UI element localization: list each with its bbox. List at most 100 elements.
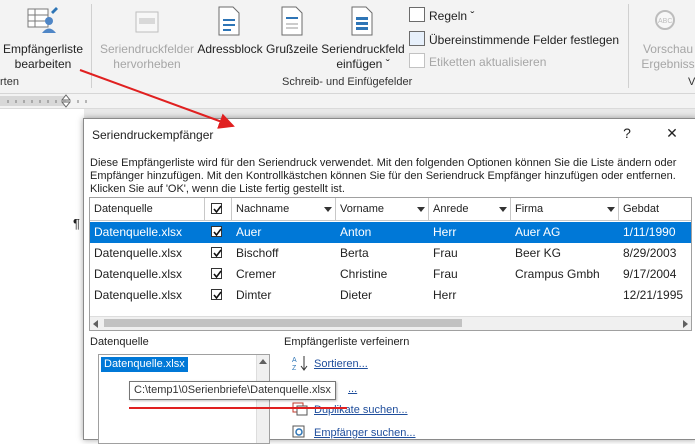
include-checkbox[interactable] xyxy=(211,289,222,300)
find-recipient-icon xyxy=(292,425,308,439)
match-fields-button[interactable]: Übereinstimmende Felder festlegen xyxy=(409,31,619,47)
table-row[interactable]: Datenquelle.xlsx Bischoff Berta Frau Bee… xyxy=(90,243,691,264)
column-header-checkbox[interactable] xyxy=(205,198,232,221)
find-duplicates-link[interactable]: Duplikate suchen... xyxy=(314,404,408,416)
cell-salutation: Frau xyxy=(433,246,458,260)
cell-company xyxy=(511,285,619,306)
dialog-title: Seriendruckempfänger xyxy=(92,128,214,142)
update-labels-label: Etiketten aktualisieren xyxy=(429,55,547,69)
svg-text:A: A xyxy=(292,357,297,364)
cell-firstname: Dieter xyxy=(340,288,373,302)
column-header-firstname[interactable]: Vorname xyxy=(336,198,429,221)
greeting-line-icon xyxy=(280,6,304,36)
chevron-down-icon[interactable] xyxy=(607,207,615,212)
cell-firstname: Berta xyxy=(340,246,369,260)
cell-firstname: Christine xyxy=(340,267,388,281)
update-labels-icon xyxy=(409,53,425,68)
document-page[interactable]: ¶ xyxy=(0,109,84,438)
address-block-button[interactable]: Adressblock xyxy=(196,0,264,74)
column-header-label: Nachname xyxy=(236,203,290,215)
include-checkbox[interactable] xyxy=(211,268,222,279)
cell-birthdate: 8/29/2003 xyxy=(623,246,677,260)
cell-lastname: Dimter xyxy=(236,288,272,302)
column-header-salutation[interactable]: Anrede xyxy=(429,198,511,221)
edit-recipient-list-button[interactable]: Empfängerliste bearbeiten xyxy=(0,0,86,74)
recipient-table[interactable]: Datenquelle Nachname Vorname Anrede Firm… xyxy=(89,197,692,331)
scroll-left-icon[interactable] xyxy=(93,320,98,328)
ribbon-separator xyxy=(91,4,92,88)
edit-recipient-list-label-1: Empfängerliste xyxy=(2,42,84,56)
update-labels-button[interactable]: Etiketten aktualisieren xyxy=(409,53,546,69)
preview-label-1: Vorschau xyxy=(642,42,694,56)
column-header-birthdate[interactable]: Gebdat xyxy=(619,198,691,221)
cell-checkbox xyxy=(205,285,232,306)
column-header-company[interactable]: Firma xyxy=(511,198,619,221)
cell-firstname: Anton xyxy=(340,225,372,239)
insert-field-label-1: Seriendruckfeld xyxy=(321,42,405,56)
table-row[interactable]: Datenquelle.xlsx Auer Anton Herr Auer AG… xyxy=(90,222,691,243)
datasource-list-item[interactable]: Datenquelle.xlsx xyxy=(101,357,188,372)
select-all-checkbox[interactable] xyxy=(211,203,222,214)
table-row[interactable]: Datenquelle.xlsx Cremer Christine Frau C… xyxy=(90,264,691,285)
sort-link[interactable]: Sortieren... xyxy=(314,358,368,370)
dialog-description: Diese Empfängerliste wird für den Serien… xyxy=(90,157,677,195)
group-label-left: rten xyxy=(0,76,19,88)
datasource-section-label: Datenquelle xyxy=(90,336,149,348)
horizontal-scrollbar[interactable] xyxy=(90,316,691,330)
chevron-down-icon[interactable] xyxy=(324,207,332,212)
insert-field-icon xyxy=(350,6,374,36)
chevron-down-icon[interactable] xyxy=(417,207,425,212)
datasource-path-tooltip: C:\temp1\0Serienbriefe\Datenquelle.xlsx xyxy=(129,381,336,400)
paragraph-mark: ¶ xyxy=(73,216,80,231)
address-block-label: Adressblock xyxy=(197,42,263,56)
column-header-datasource[interactable]: Datenquelle xyxy=(90,198,205,221)
address-block-icon xyxy=(217,6,241,36)
scroll-thumb[interactable] xyxy=(104,319,462,327)
match-fields-label: Übereinstimmende Felder festlegen xyxy=(429,33,620,47)
table-row[interactable]: Datenquelle.xlsx Dimter Dieter Herr 12/2… xyxy=(90,285,691,306)
cell-checkbox xyxy=(205,222,232,243)
close-button[interactable]: ✕ xyxy=(662,125,682,142)
insert-merge-field-button[interactable]: Seriendruckfeld einfügen ˇ xyxy=(320,0,406,74)
svg-text:Z: Z xyxy=(292,365,297,371)
highlight-merge-fields-button[interactable]: Seriendruckfelder hervorheben xyxy=(98,0,196,74)
svg-text:ABC: ABC xyxy=(658,18,672,25)
cell-checkbox xyxy=(205,264,232,285)
refine-section-label: Empfängerliste verfeinern xyxy=(284,336,410,348)
column-header-label: Anrede xyxy=(433,203,469,215)
chevron-down-icon[interactable] xyxy=(499,207,507,212)
preview-label-2: Ergebniss xyxy=(641,57,695,71)
find-recipient-link[interactable]: Empfänger suchen... xyxy=(314,427,416,439)
cell-datasource: Datenquelle.xlsx xyxy=(94,225,183,239)
ribbon-separator xyxy=(628,4,629,88)
cell-salutation: Frau xyxy=(433,267,458,281)
include-checkbox[interactable] xyxy=(211,226,222,237)
scroll-right-icon[interactable] xyxy=(683,320,688,328)
cell-company: Crampus Gmbh xyxy=(515,267,600,281)
cell-salutation: Herr xyxy=(433,225,457,239)
highlight-fields-label-1: Seriendruckfelder xyxy=(99,42,195,56)
help-button[interactable]: ? xyxy=(617,125,637,141)
recipient-list-icon xyxy=(26,6,58,34)
highlight-fields-label-2: hervorheben xyxy=(113,57,181,71)
scroll-up-icon[interactable] xyxy=(259,359,267,364)
highlight-fields-icon xyxy=(134,10,160,34)
greeting-line-button[interactable]: Grußzeile xyxy=(264,0,320,74)
rules-button[interactable]: Regeln ˇ xyxy=(409,7,474,23)
column-header-lastname[interactable]: Nachname xyxy=(232,198,336,221)
find-duplicates-icon xyxy=(292,402,308,416)
cell-checkbox xyxy=(205,243,232,264)
sort-icon: AZ xyxy=(292,355,310,372)
cell-birthdate: 9/17/2004 xyxy=(623,267,677,281)
preview-results-icon: ABC xyxy=(651,8,679,36)
rules-label: Regeln ˇ xyxy=(429,9,475,23)
cell-birthdate: 12/21/1995 xyxy=(623,288,684,302)
group-label-right: V xyxy=(688,76,695,88)
filter-link[interactable]: ... xyxy=(348,383,357,395)
preview-results-button[interactable]: ABC Vorschau Ergebniss xyxy=(633,0,695,74)
match-fields-icon xyxy=(409,31,425,46)
include-checkbox[interactable] xyxy=(211,247,222,258)
cell-salutation: Herr xyxy=(433,288,457,302)
cell-birthdate: 1/11/1990 xyxy=(623,225,676,239)
cell-datasource: Datenquelle.xlsx xyxy=(94,246,183,260)
